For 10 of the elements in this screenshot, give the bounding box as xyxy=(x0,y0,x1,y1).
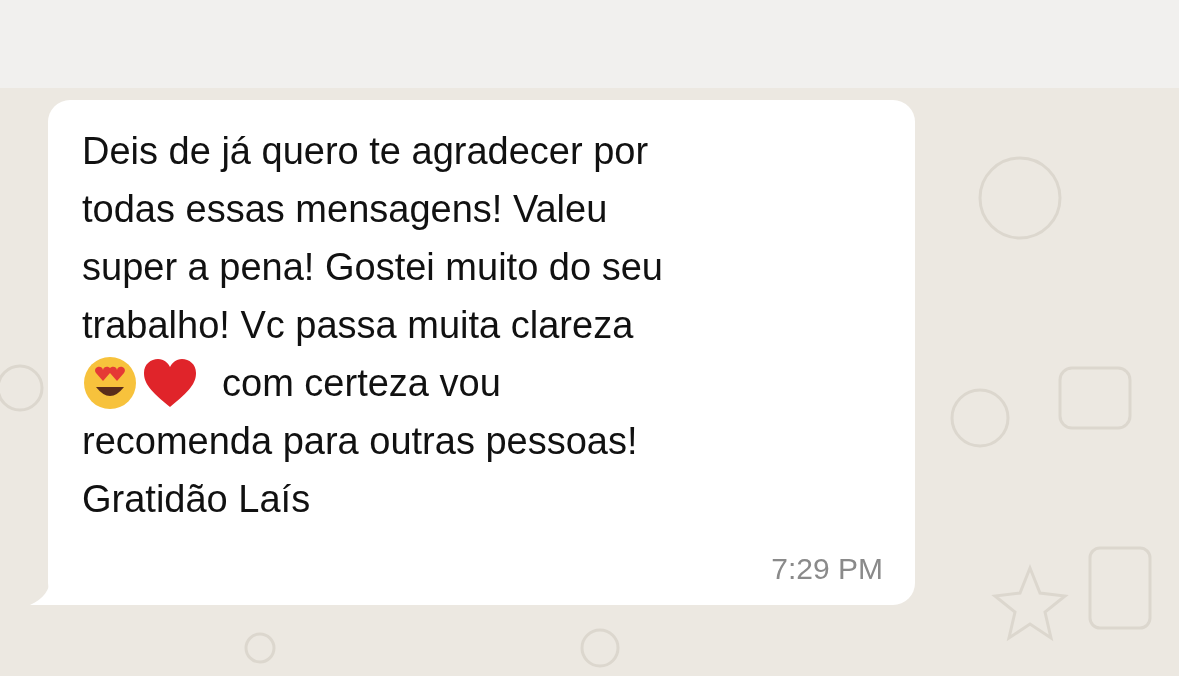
message-text: Deis de já quero te agradecer por xyxy=(82,129,649,174)
message-text: super a pena! Gostei muito do seu xyxy=(82,245,663,290)
message-text: trabalho! Vc passa muita clareza xyxy=(82,303,634,348)
message-text: todas essas mensagens! Valeu xyxy=(82,187,608,232)
message-text: recomenda para outras pessoas! xyxy=(82,419,638,464)
message-text: com certeza vou xyxy=(222,361,501,406)
heart-eyes-face-icon xyxy=(82,355,138,411)
heart-icon xyxy=(142,357,198,409)
message-text: Gratidão Laís xyxy=(82,477,311,522)
message-time: 7:29 PM xyxy=(771,551,883,587)
